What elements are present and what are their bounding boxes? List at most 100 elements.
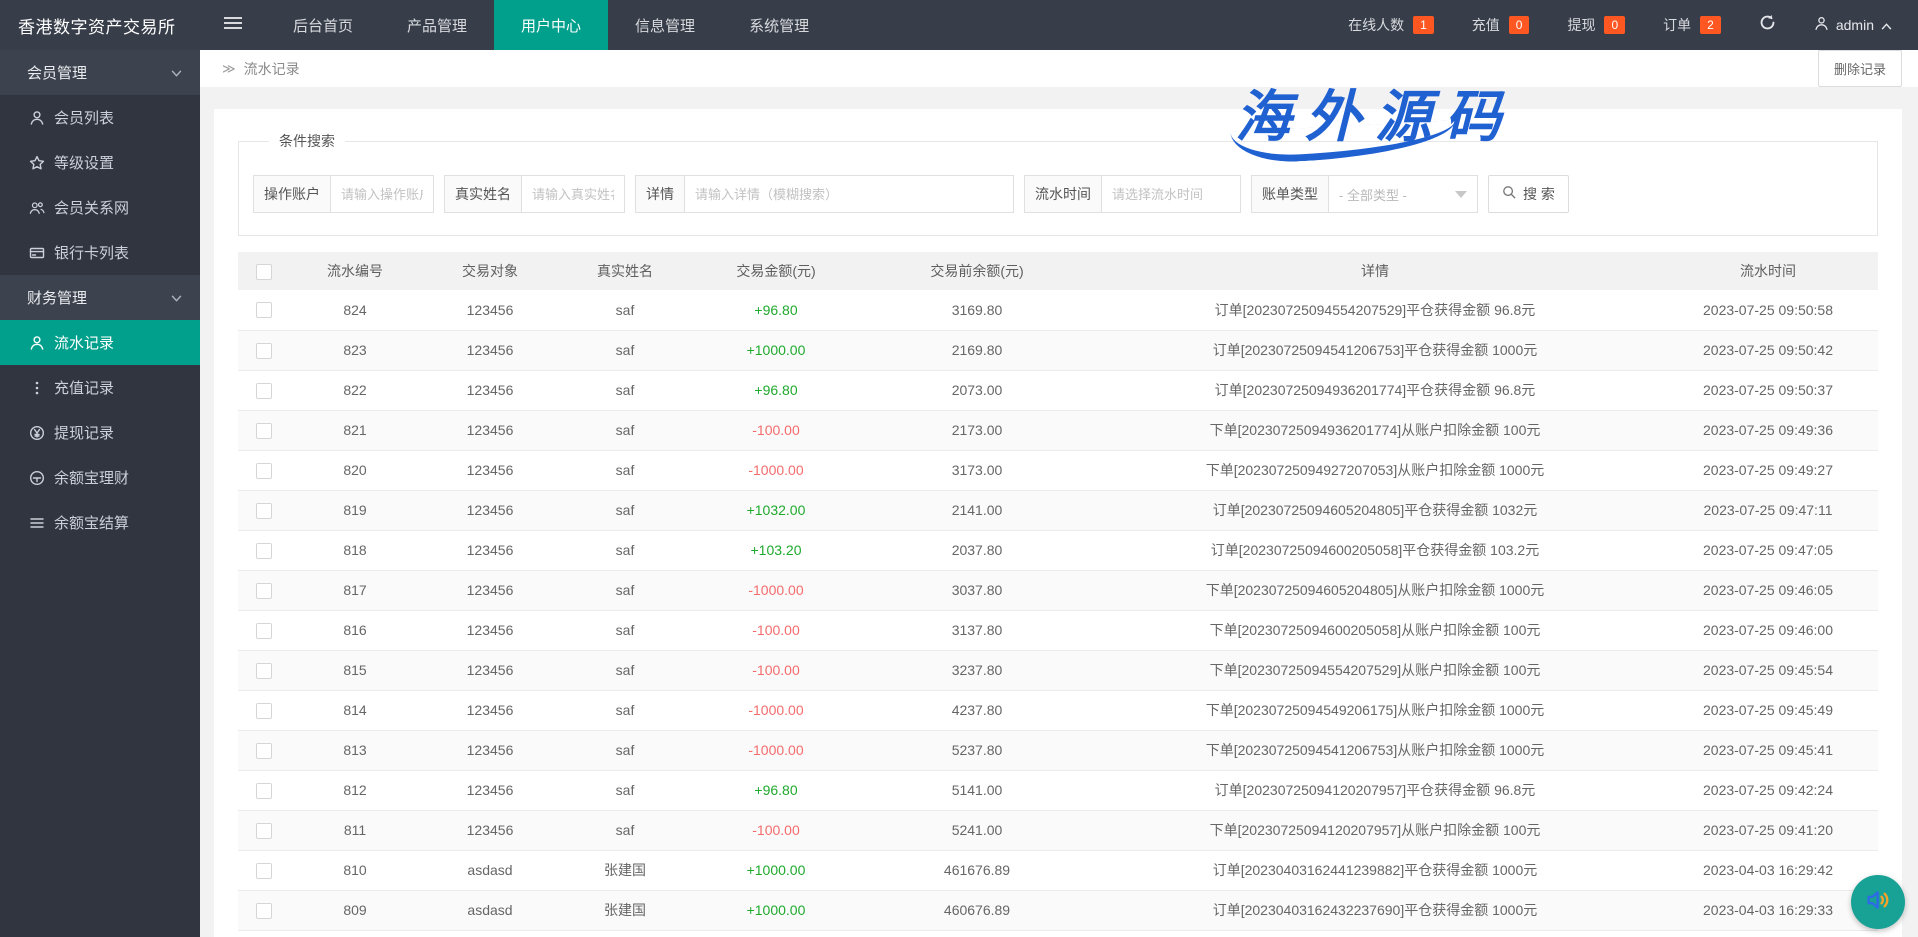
filter-group-2: 真实姓名 <box>444 175 625 213</box>
page-title: 流水记录 <box>244 59 300 79</box>
sidebar-item-label: 会员列表 <box>54 107 114 128</box>
row-time: 2023-07-25 09:49:36 <box>1658 410 1878 450</box>
dots-icon <box>28 379 45 396</box>
row-time: 2023-07-25 09:46:00 <box>1658 610 1878 650</box>
sidebar-group-2[interactable]: 财务管理 <box>0 275 200 320</box>
column-header: 流水编号 <box>290 252 420 290</box>
row-time: 2023-04-03 16:24:41 <box>1658 930 1878 937</box>
row-id: 817 <box>290 570 420 610</box>
search-fieldset: 条件搜索 操作账户真实姓名详情流水时间账单类型- 全部类型 -搜 索 <box>238 131 1878 236</box>
row-checkbox[interactable] <box>256 623 272 639</box>
row-checkbox[interactable] <box>256 543 272 559</box>
admin-menu[interactable]: admin <box>1814 16 1892 34</box>
table-row: 819123456saf+1032.002141.00订单[2023072509… <box>238 490 1878 530</box>
row-checkbox[interactable] <box>256 423 272 439</box>
nav-tab-1[interactable]: 后台首页 <box>266 0 380 50</box>
row-name: saf <box>560 730 690 770</box>
filter-input-4[interactable] <box>1101 175 1241 213</box>
row-checkbox[interactable] <box>256 583 272 599</box>
refresh-button[interactable] <box>1759 14 1776 36</box>
table-row: 813123456saf-1000.005237.80下单[2023072509… <box>238 730 1878 770</box>
nav-tab-2[interactable]: 产品管理 <box>380 0 494 50</box>
sidebar-item-流水记录[interactable]: 流水记录 <box>0 320 200 365</box>
row-checkbox-cell <box>238 890 290 930</box>
nav-stat-label: 订单 <box>1663 15 1691 35</box>
nav-stat-2[interactable]: 充值0 <box>1472 15 1530 35</box>
filter-input-1[interactable] <box>330 175 434 213</box>
row-checkbox[interactable] <box>256 302 272 318</box>
sidebar-item-余额宝结算[interactable]: 余额宝结算 <box>0 500 200 545</box>
sidebar-item-label: 余额宝理财 <box>54 467 129 488</box>
row-name: saf <box>560 330 690 370</box>
row-time: 2023-07-25 09:47:11 <box>1658 490 1878 530</box>
row-checkbox-cell <box>238 570 290 610</box>
nav-stat-4[interactable]: 订单2 <box>1663 15 1721 35</box>
row-checkbox[interactable] <box>256 343 272 359</box>
row-detail: 下单[20230725094541206753]从账户扣除金额 1000元 <box>1092 730 1658 770</box>
nav-tab-5[interactable]: 系统管理 <box>722 0 836 50</box>
row-target: 123456 <box>420 770 560 810</box>
nav-tab-4[interactable]: 信息管理 <box>608 0 722 50</box>
bill-type-select[interactable]: - 全部类型 - <box>1328 175 1478 213</box>
table-row: 808asdasd张建国-1000.00461676.89下单[20230403… <box>238 930 1878 937</box>
select-all-checkbox[interactable] <box>256 264 272 280</box>
filter-input-2[interactable] <box>521 175 625 213</box>
filter-label: 详情 <box>635 175 684 213</box>
row-checkbox[interactable] <box>256 463 272 479</box>
admin-name: admin <box>1836 17 1874 33</box>
audio-announce-button[interactable] <box>1851 875 1905 929</box>
row-checkbox[interactable] <box>256 383 272 399</box>
delete-records-button[interactable]: 删除记录 <box>1818 50 1902 87</box>
sidebar-item-会员关系网[interactable]: 会员关系网 <box>0 185 200 230</box>
row-time: 2023-07-25 09:45:49 <box>1658 690 1878 730</box>
nav-stat-3[interactable]: 提现0 <box>1567 15 1625 35</box>
sidebar-item-提现记录[interactable]: 提现记录 <box>0 410 200 455</box>
row-checkbox-cell <box>238 290 290 330</box>
row-time: 2023-07-25 09:41:20 <box>1658 810 1878 850</box>
hamburger-button[interactable] <box>200 0 266 50</box>
row-checkbox[interactable] <box>256 703 272 719</box>
filter-input-3[interactable] <box>684 175 1014 213</box>
row-target: 123456 <box>420 490 560 530</box>
top-navbar: 香港数字资产交易所 后台首页产品管理用户中心信息管理系统管理 在线人数1充值0提… <box>0 0 1918 50</box>
row-balance: 461676.89 <box>862 930 1092 937</box>
table-header-row: 流水编号交易对象真实姓名交易金额(元)交易前余额(元)详情流水时间 <box>238 252 1878 290</box>
row-checkbox[interactable] <box>256 823 272 839</box>
search-button[interactable]: 搜 索 <box>1488 175 1569 213</box>
nav-tab-3[interactable]: 用户中心 <box>494 0 608 50</box>
row-time: 2023-07-25 09:45:54 <box>1658 650 1878 690</box>
row-amount: +103.20 <box>690 530 862 570</box>
row-checkbox[interactable] <box>256 903 272 919</box>
sidebar-item-余额宝理财[interactable]: 余额宝理财 <box>0 455 200 500</box>
sidebar-item-充值记录[interactable]: 充值记录 <box>0 365 200 410</box>
row-target: 123456 <box>420 610 560 650</box>
row-detail: 下单[20230725094600205058]从账户扣除金额 100元 <box>1092 610 1658 650</box>
row-id: 819 <box>290 490 420 530</box>
sidebar-group-1[interactable]: 会员管理 <box>0 50 200 95</box>
search-button-label: 搜 索 <box>1523 184 1555 204</box>
sidebar-item-银行卡列表[interactable]: 银行卡列表 <box>0 230 200 275</box>
row-balance: 5241.00 <box>862 810 1092 850</box>
chevron-up-icon <box>1881 17 1892 33</box>
sidebar-item-等级设置[interactable]: 等级设置 <box>0 140 200 185</box>
nav-stat-1[interactable]: 在线人数1 <box>1348 15 1434 35</box>
row-checkbox-cell <box>238 850 290 890</box>
row-checkbox[interactable] <box>256 863 272 879</box>
row-name: 张建国 <box>560 930 690 937</box>
row-checkbox[interactable] <box>256 783 272 799</box>
user-icon <box>1814 16 1829 34</box>
row-amount: +96.80 <box>690 370 862 410</box>
coin-icon <box>28 469 45 486</box>
row-checkbox[interactable] <box>256 503 272 519</box>
sidebar-item-会员列表[interactable]: 会员列表 <box>0 95 200 140</box>
records-table: 流水编号交易对象真实姓名交易金额(元)交易前余额(元)详情流水时间 824123… <box>238 252 1878 937</box>
row-target: 123456 <box>420 730 560 770</box>
row-name: saf <box>560 370 690 410</box>
row-checkbox-cell <box>238 330 290 370</box>
row-checkbox[interactable] <box>256 743 272 759</box>
nav-stat-badge: 0 <box>1604 16 1625 34</box>
row-balance: 2173.00 <box>862 410 1092 450</box>
row-target: 123456 <box>420 810 560 850</box>
row-time: 2023-07-25 09:50:37 <box>1658 370 1878 410</box>
row-checkbox[interactable] <box>256 663 272 679</box>
